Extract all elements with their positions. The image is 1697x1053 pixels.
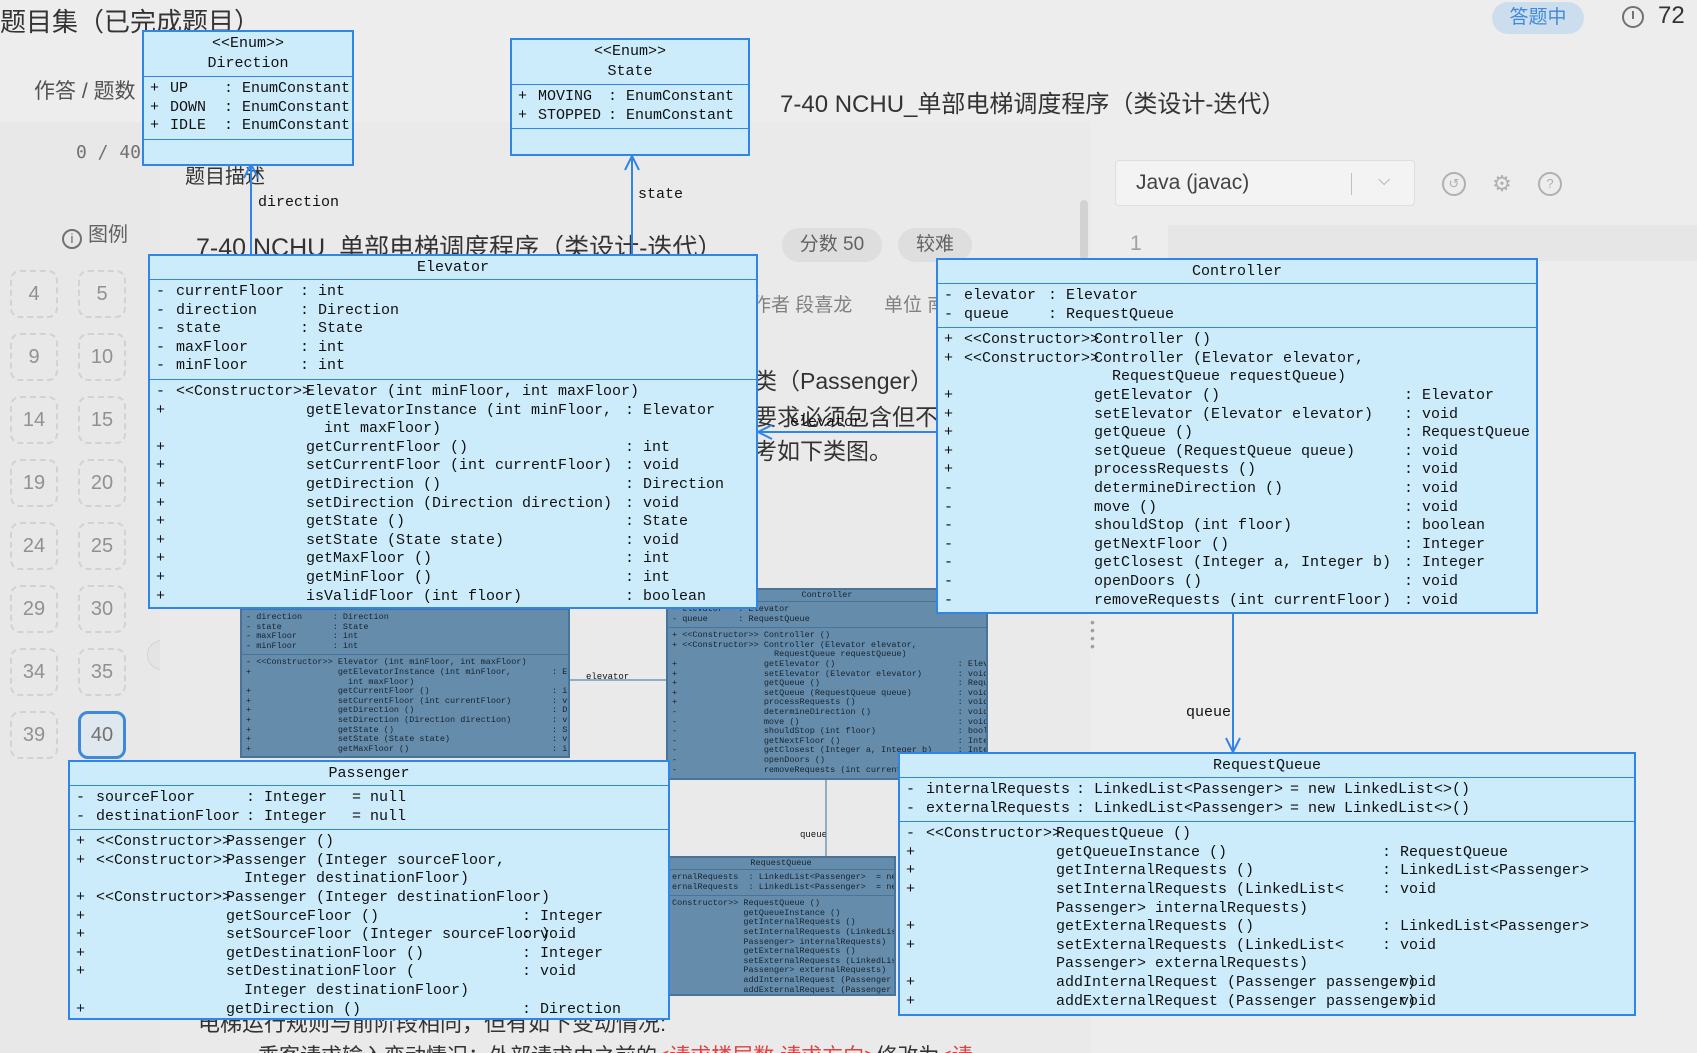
direction-attr-row: + IDLE: EnumConstant [150,117,351,135]
controller-op-row: - getClosest (Integer a, Integer b): Inte… [944,554,1486,572]
elevator-op-row: - <<Constructor>> Elevator (int minFloor, … [156,382,640,400]
controller-op-row: + processRequests (): void [944,461,1459,479]
passenger-op-row: + setSourceFloor (Integer sourceFloor): v… [76,926,577,944]
controller-op-row: - determineDirection (): void [944,479,1459,497]
passenger-op-row: + setDestinationFloor (: void [76,963,577,981]
controller-op-row: - shouldStop (int floor): boolean [944,517,1486,535]
controller-attr-row: - queue: RequestQueue [944,305,1175,323]
requestqueue-op-row: + setInternalRequests (LinkedList<: void [906,880,1437,898]
controller-op-row: + setQueue (RequestQueue queue): void [944,442,1459,460]
direction-attr-row: + DOWN: EnumConstant [150,98,351,116]
controller-op-row: - getNextFloor (): Integer [944,535,1486,553]
passenger-op-row: + getSourceFloor (): Integer [76,907,604,925]
requestqueue-op-row: - <<Constructor>> RequestQueue () [906,825,1192,843]
elevator-op-row: + getElevatorInstance (int minFloor,: Ele… [156,401,716,419]
controller-op-row: RequestQueue requestQueue) [1094,368,1347,386]
elevator-attr-row: - minFloor: int [156,357,346,375]
state-attr-row: + STOPPED: EnumConstant [518,106,735,124]
controller-op-row: - move (): void [944,498,1459,516]
direction-attr-row: + UP: EnumConstant [150,80,351,97]
uml-class-passenger: Passenger - sourceFloor: Integer = null - de… [68,760,670,1020]
direction-assoc-label: direction [258,194,340,211]
elevator-op-row: + getState (): State [156,513,689,531]
requestqueue-op-row: + getInternalRequests (): LinkedList<Pass… [906,862,1590,880]
elevator-op-row: + isValidFloor (int floor): boolean [156,587,707,605]
requestqueue-op-row: Passenger> externalRequests) [1056,955,1309,973]
elevator-attr-row: - direction: Direction [156,301,400,319]
elevator-attr-row: - state: State [156,320,364,338]
requestqueue-op-row: Passenger> internalRequests) [1056,899,1309,917]
uml-class-state: <<Enum>> State + MOVING: EnumConstant + STOP… [510,38,750,156]
elevator-assoc-label: elevator [790,414,863,431]
passenger-op-row: + getDestinationFloor (): Integer [76,944,604,962]
uml-class-elevator: Elevator - currentFloor: int - direction: D… [148,254,758,609]
passenger-op-row: + getDirection (): Direction [76,1000,622,1018]
elevator-op-row: + getDirection (): Direction [156,475,725,493]
requestqueue-op-row: + addInternalRequest (Passenger passenger… [906,973,1437,991]
controller-op-row: + getQueue (): RequestQueue [944,424,1531,442]
elevator-op-row: int maxFloor) [306,420,442,438]
controller-attr-row: - elevator: Elevator [944,287,1139,304]
elevator-op-row: + setCurrentFloor (int currentFloor): voi… [156,457,680,475]
state-attr-row: + MOVING: EnumConstant [518,88,735,105]
passenger-op-row: Integer destinationFloor) [226,981,470,999]
requestqueue-op-row: + getExternalRequests (): LinkedList<Pass… [906,918,1590,936]
requestqueue-attr-row: - externalRequests: LinkedList<Passenger>… [906,799,1471,817]
passenger-attr-row: - sourceFloor: Integer = null [76,789,407,806]
elevator-op-row: + setDirection (Direction direction): voi… [156,494,680,512]
requestqueue-op-row: + setExternalRequests (LinkedList<: void [906,936,1437,954]
elevator-op-row: + getMinFloor (): int [156,568,671,586]
elevator-op-row: + getMaxFloor (): int [156,550,671,568]
uml-class-controller: Controller - elevator: Elevator - queue: Re… [936,258,1538,614]
passenger-op-row: Integer destinationFloor) [226,870,470,888]
controller-op-row: + <<Constructor>> Controller () [944,331,1212,349]
passenger-op-row: + <<Constructor>> Passenger (Integer sourc… [76,851,506,869]
controller-op-row: + <<Constructor>> Controller (Elevator ele… [944,349,1365,367]
uml-class-direction: <<Enum>> Direction + UP: EnumConstant + DOWN… [142,30,354,166]
controller-op-row: + setElevator (Elevator elevator): void [944,405,1459,423]
controller-op-row: + getElevator (): Elevator [944,386,1495,404]
passenger-attr-row: - destinationFloor: Integer = null [76,807,407,825]
elevator-op-row: + setState (State state): void [156,531,680,549]
elevator-op-row: + getCurrentFloor (): int [156,438,671,456]
state-assoc-label: state [638,186,684,203]
requestqueue-attr-row: - internalRequests: LinkedList<Passenger>… [906,781,1471,798]
passenger-op-row: + <<Constructor>> Passenger () [76,833,335,851]
requestqueue-op-row: + getQueueInstance (): RequestQueue [906,843,1509,861]
elevator-attr-row: - currentFloor: int [156,283,346,300]
controller-op-row: - openDoors (): void [944,572,1459,590]
requestqueue-op-row: + addExternalRequest (Passenger passenger… [906,992,1437,1010]
uml-class-requestqueue: RequestQueue - internalRequests: LinkedLi… [898,752,1636,1016]
passenger-op-row: + <<Constructor>> Passenger (Integer desti… [76,888,551,906]
controller-op-row: - removeRequests (int currentFloor): void [944,591,1459,609]
elevator-attr-row: - maxFloor: int [156,338,346,356]
queue-assoc-label: queue [1186,704,1232,721]
